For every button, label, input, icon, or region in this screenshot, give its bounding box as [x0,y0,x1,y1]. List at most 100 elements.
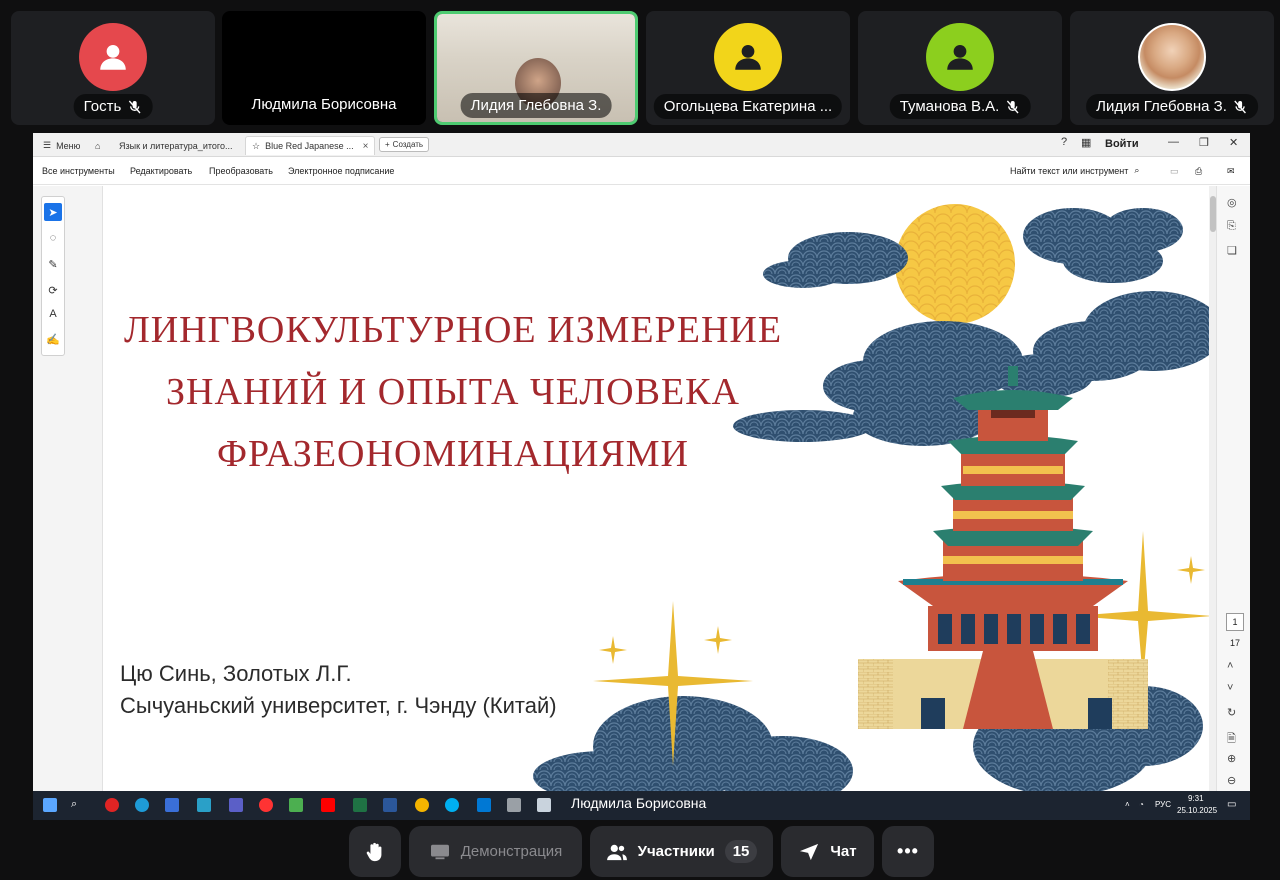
avatar-photo [1138,23,1206,91]
more-options-button[interactable]: ••• [882,826,934,877]
chevron-down-icon[interactable]: ˅ [1227,682,1233,694]
slide-title-line: ЗНАНИЙ И ОПЫТА ЧЕЛОВЕКА [166,371,740,413]
participants-label: Участники [637,843,715,860]
call-controls: Демонстрация Участники 15 Чат ••• [0,820,1280,880]
menu-button[interactable]: ☰ Меню [37,136,86,155]
youtube-icon[interactable] [321,798,335,812]
keyboard-language[interactable]: РУС [1155,800,1171,809]
tool-search[interactable]: Найти текст или инструмент ⌕ [1010,165,1139,176]
all-tools-menu[interactable]: Все инструменты [42,166,115,176]
convert-menu[interactable]: Преобразовать [209,166,273,176]
highlight-pen-icon[interactable]: ✎ [44,255,62,273]
participant-tile[interactable]: Туманова В.А. [858,11,1062,125]
affiliation-line: Сычуаньский университет, г. Чэнду (Китай… [120,693,557,718]
screen-share-button[interactable]: Демонстрация [409,826,582,877]
more-dots-icon: ••• [897,841,919,861]
screen-share-label: Демонстрация [460,843,563,860]
participant-tile[interactable]: Гость [11,11,215,125]
participant-nametag: Туманова В.А. [889,94,1031,119]
close-window-icon[interactable]: ✕ [1229,136,1238,149]
participants-strip: Гость Людмила Борисовна Лидия Глебовна З… [0,0,1280,132]
participant-tile[interactable]: Огольцева Екатерина ... [646,11,850,125]
star-icon: ☆ [252,140,261,151]
help-icon[interactable]: ? [1061,136,1067,148]
lasso-icon[interactable]: ⟳ [44,281,62,299]
app-icon[interactable] [105,798,119,812]
photos-icon[interactable] [289,798,303,812]
participant-name: Туманова В.А. [899,98,1000,115]
minimize-icon[interactable]: — [1168,136,1179,148]
tab-document-2[interactable]: ☆ Blue Red Japanese ... × [245,136,376,155]
calculator-icon[interactable] [507,798,521,812]
excel-icon[interactable] [353,798,367,812]
chevron-up-icon[interactable]: ˄ [1125,800,1130,809]
close-tab-icon[interactable]: × [363,141,369,152]
active-speaker-label: Людмила Борисовна [571,795,707,811]
page-number-input[interactable]: 1 [1226,613,1244,631]
clock-time: 9:31 [1188,794,1204,803]
avatar [714,23,782,91]
plus-icon: + [385,140,390,149]
bookmark-icon[interactable]: ⎘ [1227,220,1236,233]
participant-tile[interactable]: Людмила Борисовна [222,11,426,125]
new-tab-button[interactable]: + Создать [379,137,430,152]
document-info-icon[interactable]: 🗎 [1227,730,1236,749]
app-icon[interactable] [197,798,211,812]
mail-icon[interactable]: ✉ [1227,166,1235,177]
refresh-icon[interactable]: ↻ [1227,706,1236,719]
mic-off-icon [128,100,141,113]
annotation-toolbar: ➤ ◌ ✎ ⟳ A ✍ [33,186,103,791]
login-button[interactable]: Войти [1105,138,1139,150]
signature-icon[interactable]: ✍ [44,330,62,348]
raise-hand-button[interactable] [349,826,401,877]
save-icon[interactable]: ▭ [1170,166,1179,177]
chat-button[interactable]: Чат [781,826,874,877]
tab-label: Язык и литература_итого... [119,140,233,151]
yandex-browser-icon[interactable] [259,798,273,812]
edit-menu[interactable]: Редактировать [130,166,192,176]
restore-icon[interactable]: ❐ [1199,136,1209,149]
chrome-icon[interactable] [415,798,429,812]
search-icon[interactable]: ⌕ [71,798,85,812]
windows-start-icon[interactable] [43,798,57,812]
edge-browser-icon[interactable] [135,798,149,812]
browser-tabbar: ☰ Меню ⌂ Язык и литература_итого... ☆ Bl… [33,133,1250,157]
right-side-rail: ◎ ⎘ ❏ 1 17 ˄ ˅ ↻ 🗎 ⊕ ⊖ [1216,186,1250,791]
windows-taskbar: ⌕ Людмила Борисовна ˄ ◔ РУС 9:31 25.10.2… [33,791,1250,820]
person-icon [947,44,973,70]
comment-icon[interactable]: ◌ [44,229,62,247]
tool-palette: ➤ ◌ ✎ ⟳ A ✍ [41,196,65,356]
tab-label: Blue Red Japanese ... [265,141,354,151]
home-icon[interactable]: ⌂ [89,136,106,155]
e-sign-menu[interactable]: Электронное подписание [288,166,394,176]
app-icon[interactable] [537,798,551,812]
participants-count-badge: 15 [724,840,758,863]
participant-name: Людмила Борисовна [251,96,397,113]
chat-label: Чат [830,843,857,860]
new-tab-label: Создать [392,140,424,149]
word-icon[interactable] [383,798,397,812]
print-icon[interactable]: ⎙ [1195,166,1202,177]
document-toolbar: Все инструменты Редактировать Преобразов… [33,158,1250,185]
pages-icon[interactable]: ❏ [1227,244,1237,257]
raise-hand-icon [366,842,382,861]
zoom-out-icon[interactable]: ⊖ [1227,774,1236,787]
slide-authors: Цю Синь, Золотых Л.Г. Сычуаньский универ… [120,658,557,722]
notifications-icon[interactable]: ▭ [1227,799,1236,810]
participant-tile-active[interactable]: Лидия Глебовна З. [434,11,638,125]
apps-grid-icon[interactable]: ▦ [1081,136,1091,149]
chevron-up-icon[interactable]: ˄ [1227,660,1233,672]
search-icon: ⌕ [1134,165,1140,175]
mail-icon[interactable] [477,798,491,812]
participant-nametag: Огольцева Екатерина ... [653,94,843,119]
teams-icon[interactable] [229,798,243,812]
zoom-in-icon[interactable]: ⊕ [1227,752,1236,765]
select-cursor-icon[interactable]: ➤ [44,203,62,221]
skype-icon[interactable] [445,798,459,812]
text-box-icon[interactable]: A [44,305,62,323]
participant-tile[interactable]: Лидия Глебовна З. [1070,11,1274,125]
ai-assistant-icon[interactable]: ◎ [1227,196,1237,209]
participants-button[interactable]: Участники 15 [590,826,773,877]
tab-document-1[interactable]: Язык и литература_итого... [113,136,238,155]
store-icon[interactable] [165,798,179,812]
